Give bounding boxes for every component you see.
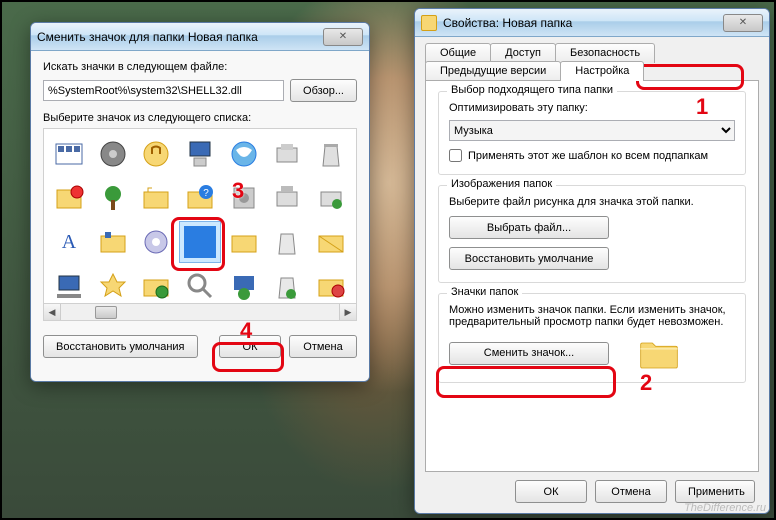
icon-item[interactable]: [48, 265, 90, 307]
properties-body: Общие Доступ Безопасность Предыдущие вер…: [415, 37, 769, 513]
tab-security[interactable]: Безопасность: [555, 43, 655, 63]
search-label: Искать значки в следующем файле:: [43, 61, 357, 73]
icon-item[interactable]: [48, 133, 90, 175]
folder-icons-hint-1: Можно изменить значок папки. Если измени…: [449, 304, 735, 316]
scroll-left-button[interactable]: ◀: [44, 304, 61, 320]
folder-images-hint: Выберите файл рисунка для значка этой па…: [449, 196, 735, 208]
apply-subfolders-input[interactable]: [449, 149, 462, 162]
icon-item[interactable]: [310, 133, 352, 175]
properties-window: Свойства: Новая папка ✕ Общие Доступ Без…: [414, 8, 770, 514]
icon-item[interactable]: [310, 221, 352, 263]
icon-item[interactable]: [48, 177, 90, 219]
apply-button[interactable]: Применить: [675, 480, 755, 503]
group-folder-type-legend: Выбор подходящего типа папки: [447, 84, 617, 96]
tab-previous-versions[interactable]: Предыдущие версии: [425, 61, 561, 81]
svg-text:A: A: [62, 231, 77, 253]
icon-item[interactable]: [223, 133, 265, 175]
apply-subfolders-checkbox[interactable]: Применять этот же шаблон ко всем подпапк…: [449, 149, 735, 162]
ok-button[interactable]: ОК: [515, 480, 587, 503]
svg-text:?: ?: [203, 188, 209, 199]
icon-grid-scrollbar[interactable]: ◀ ▶: [43, 304, 357, 321]
icon-item[interactable]: [267, 265, 309, 307]
choose-file-button[interactable]: Выбрать файл...: [449, 216, 609, 239]
icon-item[interactable]: [92, 177, 134, 219]
icon-item[interactable]: [179, 265, 221, 307]
callout-num-3: 3: [232, 178, 244, 204]
scroll-thumb[interactable]: [95, 306, 117, 319]
icon-item[interactable]: [135, 221, 177, 263]
scroll-right-button[interactable]: ▶: [339, 304, 356, 320]
icon-item[interactable]: [92, 221, 134, 263]
callout-num-2: 2: [640, 370, 652, 396]
change-icon-body: Искать значки в следующем файле: Обзор..…: [31, 51, 369, 381]
tab-general[interactable]: Общие: [425, 43, 491, 63]
close-button[interactable]: ✕: [723, 14, 763, 32]
callout-num-4: 4: [240, 318, 252, 344]
icon-item[interactable]: [223, 221, 265, 263]
icon-item[interactable]: [267, 177, 309, 219]
change-icon-dialog: Сменить значок для папки Новая папка ✕ И…: [30, 22, 370, 382]
folder-preview-icon: [639, 336, 679, 370]
optimize-label: Оптимизировать эту папку:: [449, 102, 735, 114]
watermark: TheDifference.ru: [684, 502, 766, 514]
restore-defaults-button[interactable]: Восстановить умолчания: [43, 335, 198, 358]
close-button[interactable]: ✕: [323, 28, 363, 46]
icon-item[interactable]: [267, 221, 309, 263]
icon-item[interactable]: [135, 133, 177, 175]
change-icon-button[interactable]: Сменить значок...: [449, 342, 609, 365]
group-folder-images: Изображения папок Выберите файл рисунка …: [438, 185, 746, 283]
change-icon-title: Сменить значок для папки Новая папка: [37, 30, 258, 44]
icon-item[interactable]: [92, 265, 134, 307]
properties-dialog-buttons: ОК Отмена Применить: [425, 472, 759, 503]
icon-item[interactable]: A: [48, 221, 90, 263]
icon-item[interactable]: [310, 265, 352, 307]
select-icon-label: Выберите значок из следующего списка:: [43, 112, 357, 124]
folder-icon: [421, 15, 437, 31]
cancel-button[interactable]: Отмена: [595, 480, 667, 503]
icon-grid[interactable]: ? A: [43, 128, 357, 304]
icon-item[interactable]: [135, 265, 177, 307]
folder-icons-hint-2: предварительный просмотр папки будет нев…: [449, 316, 735, 328]
icon-item[interactable]: [310, 177, 352, 219]
restore-image-button[interactable]: Восстановить умолчание: [449, 247, 609, 270]
browse-button[interactable]: Обзор...: [290, 79, 357, 102]
group-folder-icons-legend: Значки папок: [447, 286, 522, 298]
tabs-row-1: Общие Доступ Безопасность: [425, 43, 759, 62]
icon-item[interactable]: ?: [179, 177, 221, 219]
tab-panel-customize: Выбор подходящего типа папки Оптимизиров…: [425, 80, 759, 472]
callout-num-1: 1: [696, 94, 708, 120]
icon-item[interactable]: [92, 133, 134, 175]
tab-customize[interactable]: Настройка: [560, 61, 644, 81]
icon-item-selected[interactable]: [179, 221, 221, 263]
change-icon-titlebar[interactable]: Сменить значок для папки Новая папка ✕: [31, 23, 369, 51]
properties-titlebar[interactable]: Свойства: Новая папка ✕: [415, 9, 769, 37]
icon-path-input[interactable]: [43, 80, 284, 101]
icon-item[interactable]: [179, 133, 221, 175]
cancel-button[interactable]: Отмена: [289, 335, 357, 358]
properties-title: Свойства: Новая папка: [443, 16, 572, 30]
icon-item[interactable]: [267, 133, 309, 175]
group-folder-images-legend: Изображения папок: [447, 178, 556, 190]
optimize-select[interactable]: Музыка: [449, 120, 735, 141]
tabs-row-2: Предыдущие версии Настройка: [425, 61, 759, 80]
tab-sharing[interactable]: Доступ: [490, 43, 556, 63]
group-folder-icons: Значки папок Можно изменить значок папки…: [438, 293, 746, 383]
apply-subfolders-label: Применять этот же шаблон ко всем подпапк…: [468, 150, 708, 162]
icon-item[interactable]: [223, 265, 265, 307]
icon-item[interactable]: [135, 177, 177, 219]
